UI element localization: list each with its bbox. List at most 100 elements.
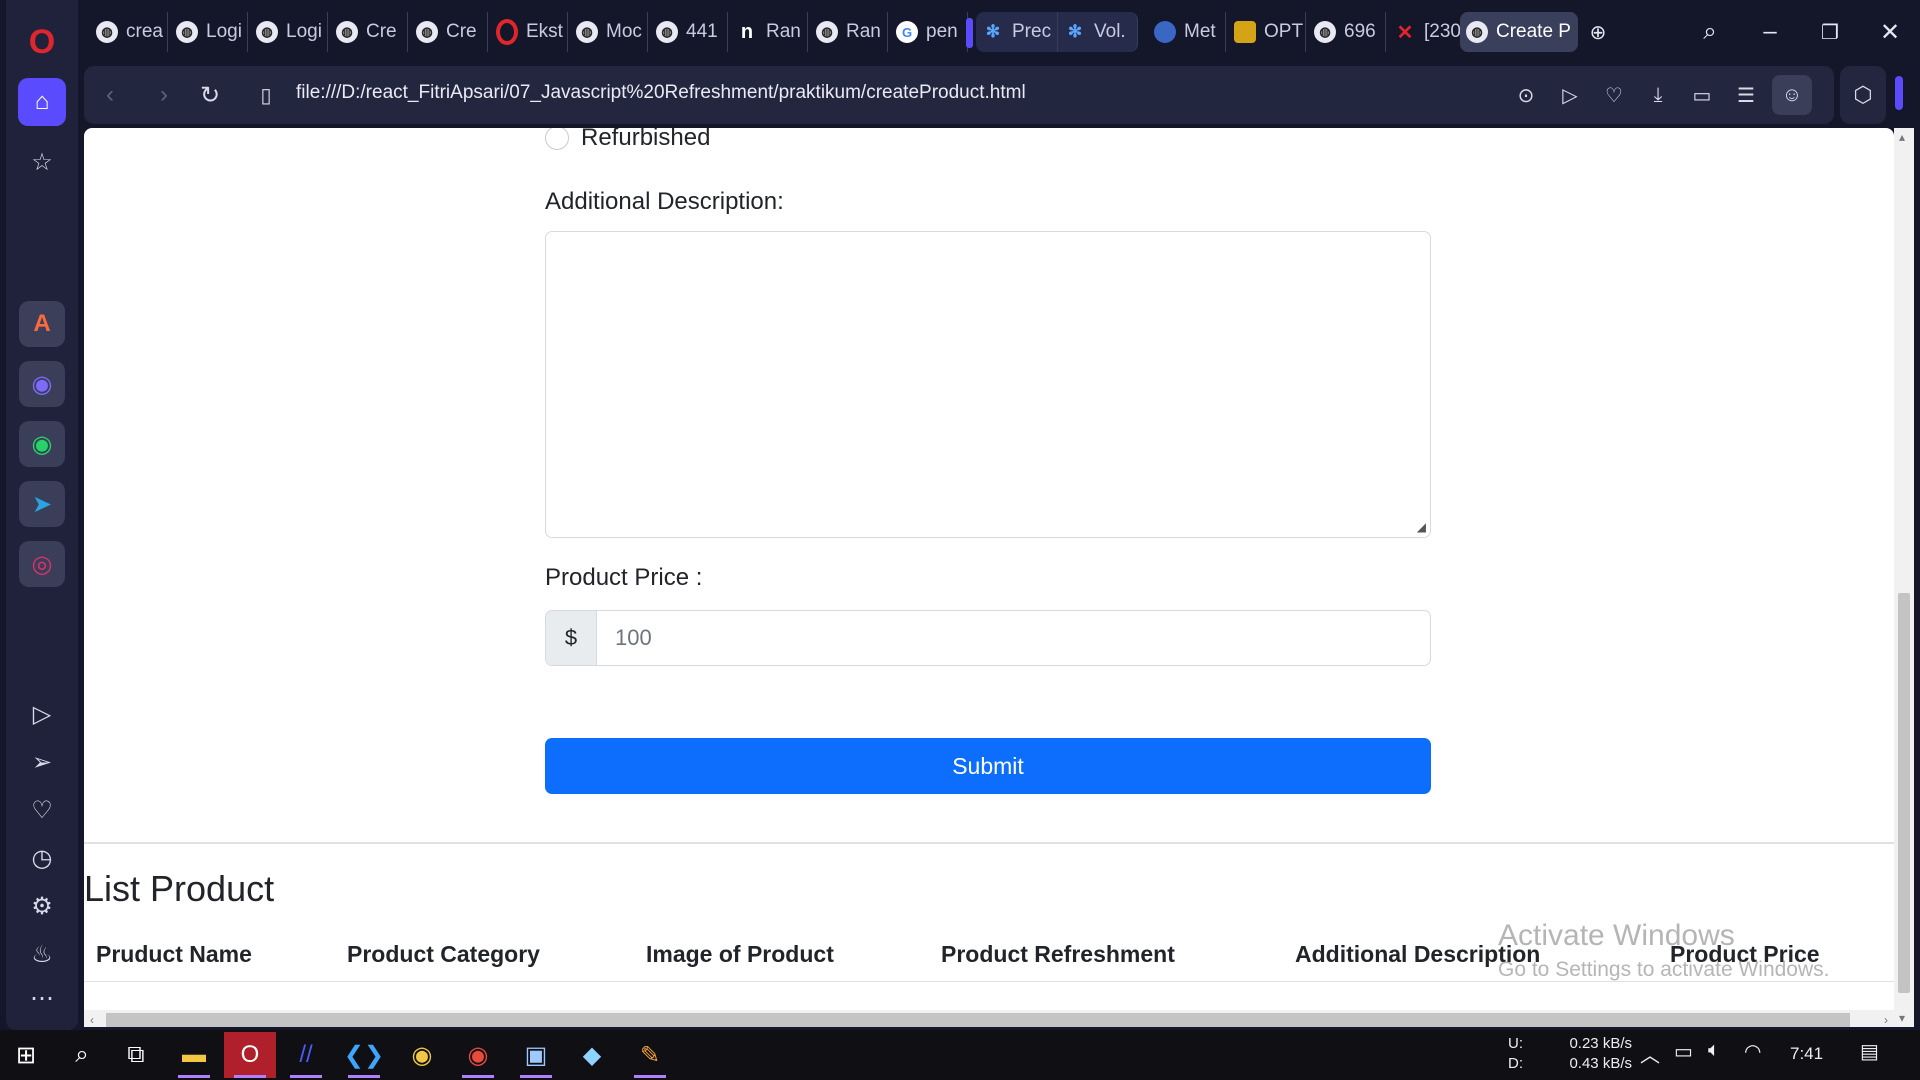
tab[interactable]: ◍ Logi bbox=[250, 12, 328, 52]
page-viewport: Refurbished Additional Description: ◢ Pr… bbox=[84, 128, 1894, 1027]
camera-icon[interactable]: ⊙ bbox=[1506, 75, 1546, 115]
refurbished-radio[interactable] bbox=[545, 128, 569, 150]
network-icon: ✻ bbox=[985, 22, 1001, 41]
notes-app-icon[interactable]: ◆ bbox=[566, 1032, 618, 1078]
tab-active[interactable]: ◍ Create P bbox=[1460, 12, 1578, 52]
window-app-icon[interactable]: ▣ bbox=[510, 1032, 562, 1078]
tab[interactable]: Met bbox=[1148, 12, 1226, 52]
download-label: D: bbox=[1508, 1055, 1523, 1072]
download-icon[interactable]: ⤓ bbox=[1638, 75, 1678, 115]
more-icon[interactable]: ⋯ bbox=[18, 974, 66, 1022]
wifi-icon[interactable]: ◠ bbox=[1744, 1039, 1761, 1064]
file-explorer-icon[interactable]: ▬ bbox=[168, 1032, 220, 1078]
scroll-right-icon[interactable]: › bbox=[1884, 1013, 1888, 1027]
tab[interactable]: Gpen bbox=[890, 12, 968, 52]
tab[interactable]: ◍ Logi bbox=[170, 12, 248, 52]
windows-taskbar: ⊞ ⌕ ⧉ ▬ O // ❮❯ ◉ ◉ ▣ ◆ ✎ U: D: 0.23 kB/… bbox=[0, 1030, 1920, 1080]
tab-group-indicator bbox=[966, 18, 973, 48]
globe-icon: ◍ bbox=[1314, 21, 1336, 43]
tab[interactable]: ◍ Moc bbox=[570, 12, 648, 52]
tab-strip: ◍ crea ◍ Logi ◍ Logi ◍ Cre ◍ Cre Ekst ◍ Moc ◍ 4… bbox=[78, 0, 1920, 66]
tab[interactable]: ✕ [230 bbox=[1388, 12, 1466, 52]
send-icon[interactable]: ▷ bbox=[1550, 75, 1590, 115]
tab[interactable]: ◍ crea bbox=[90, 12, 168, 52]
globe-icon: ◍ bbox=[176, 21, 198, 43]
restore-icon[interactable]: ❐ bbox=[1810, 12, 1850, 52]
telegram-icon[interactable]: ➤ bbox=[19, 481, 65, 527]
globe-icon: ◍ bbox=[96, 21, 118, 43]
history-icon[interactable]: ◷ bbox=[18, 834, 66, 882]
horizontal-scroll-thumb[interactable] bbox=[106, 1013, 1850, 1027]
close-icon[interactable]: ✕ bbox=[1870, 12, 1910, 52]
reload-icon[interactable]: ↻ bbox=[190, 75, 230, 115]
player-icon[interactable]: ▷ bbox=[18, 690, 66, 738]
vertical-scroll-thumb[interactable] bbox=[1898, 593, 1910, 993]
chrome-icon[interactable]: ◉ bbox=[396, 1032, 448, 1078]
price-input[interactable]: 100 bbox=[597, 611, 1430, 665]
home-icon[interactable]: ⌂ bbox=[18, 78, 66, 126]
instagram-icon[interactable]: ◎ bbox=[19, 541, 65, 587]
tab[interactable]: ✻ Prec bbox=[976, 12, 1058, 52]
scroll-left-icon[interactable]: ‹ bbox=[90, 1013, 94, 1027]
tab-label: 441 bbox=[686, 21, 718, 42]
new-tab-icon[interactable]: ⊕ bbox=[1578, 12, 1618, 52]
search-icon[interactable]: ⌕ bbox=[56, 1032, 108, 1078]
extensions-cube-icon[interactable]: ⬡ bbox=[1840, 66, 1886, 124]
tab-label: Met bbox=[1184, 21, 1216, 42]
scroll-down-icon[interactable]: ▾ bbox=[1899, 1011, 1905, 1025]
activate-windows-title: Activate Windows bbox=[1498, 919, 1735, 952]
easy-setup-icon[interactable]: ☰ bbox=[1726, 75, 1766, 115]
minimize-icon[interactable]: – bbox=[1750, 12, 1790, 52]
forward-icon[interactable]: › bbox=[144, 75, 184, 115]
clock[interactable]: 7:41 bbox=[1790, 1044, 1823, 1064]
tab[interactable]: n Ran bbox=[730, 12, 808, 52]
chevron-up-icon[interactable]: ︿ bbox=[1640, 1039, 1660, 1068]
submit-button[interactable]: Submit bbox=[545, 738, 1431, 794]
vscode-icon[interactable]: ❮❯ bbox=[338, 1032, 390, 1078]
globe-icon: ◍ bbox=[416, 21, 438, 43]
network-icon: ✻ bbox=[1067, 22, 1083, 41]
search-tabs-icon[interactable]: ⌕ bbox=[1690, 12, 1730, 52]
column-header: Pruduct Name bbox=[96, 941, 252, 967]
tab-label: Ran bbox=[846, 21, 881, 42]
url-field[interactable]: file:///D:/react_FitriApsari/07_Javascri… bbox=[296, 82, 1026, 104]
opera-logo-icon[interactable]: O bbox=[18, 18, 66, 66]
messenger-icon[interactable]: ◉ bbox=[19, 361, 65, 407]
flow-send-icon[interactable]: ➢ bbox=[18, 738, 66, 786]
heart-icon[interactable]: ♡ bbox=[1594, 75, 1634, 115]
resize-handle-icon[interactable]: ◢ bbox=[1417, 520, 1426, 534]
tab-label: Cre bbox=[446, 21, 477, 42]
description-textarea[interactable]: ◢ bbox=[545, 231, 1431, 538]
profile-icon[interactable]: ☺ bbox=[1772, 75, 1812, 115]
tab[interactable]: ◍ Cre bbox=[410, 12, 488, 52]
notification-icon[interactable]: ▤ bbox=[1860, 1039, 1879, 1064]
tab[interactable]: OPT bbox=[1228, 12, 1306, 52]
settings-gear-icon[interactable]: ⚙ bbox=[18, 882, 66, 930]
tab[interactable]: Ekst bbox=[490, 12, 568, 52]
aria-icon[interactable]: A bbox=[19, 301, 65, 347]
vertical-scrollbar[interactable]: ▴ ▾ bbox=[1894, 128, 1914, 1027]
paint-app-icon[interactable]: ✎ bbox=[624, 1032, 676, 1078]
horizontal-scrollbar[interactable]: ‹ › bbox=[84, 1010, 1894, 1027]
scroll-up-icon[interactable]: ▴ bbox=[1899, 130, 1905, 144]
battery-saver-icon[interactable]: ▭ bbox=[1682, 75, 1722, 115]
tab[interactable]: ◍ 441 bbox=[650, 12, 728, 52]
task-view-icon[interactable]: ⧉ bbox=[110, 1032, 162, 1078]
whatsapp-icon[interactable]: ◉ bbox=[19, 421, 65, 467]
editor-taskbar-icon[interactable]: // bbox=[280, 1032, 332, 1078]
bookmarks-icon[interactable]: ☆ bbox=[18, 138, 66, 186]
tab[interactable]: ◍ Cre bbox=[330, 12, 408, 52]
tab[interactable]: ◍ 696 bbox=[1308, 12, 1386, 52]
section-divider bbox=[84, 842, 1894, 844]
tips-lightbulb-icon[interactable]: ♨ bbox=[18, 930, 66, 978]
price-input-group: $ 100 bbox=[545, 610, 1431, 666]
heart-icon[interactable]: ♡ bbox=[18, 786, 66, 834]
back-icon[interactable]: ‹ bbox=[90, 75, 130, 115]
opera-taskbar-icon[interactable]: O bbox=[224, 1032, 276, 1078]
start-windows-icon[interactable]: ⊞ bbox=[0, 1032, 52, 1078]
battery-icon[interactable]: ▭ bbox=[1674, 1039, 1693, 1064]
chrome-profile-icon[interactable]: ◉ bbox=[452, 1032, 504, 1078]
volume-icon[interactable]: 🔈︎ bbox=[1708, 1039, 1720, 1062]
tab[interactable]: ◍ Ran bbox=[810, 12, 888, 52]
tab[interactable]: ✻ Vol. bbox=[1058, 12, 1138, 52]
